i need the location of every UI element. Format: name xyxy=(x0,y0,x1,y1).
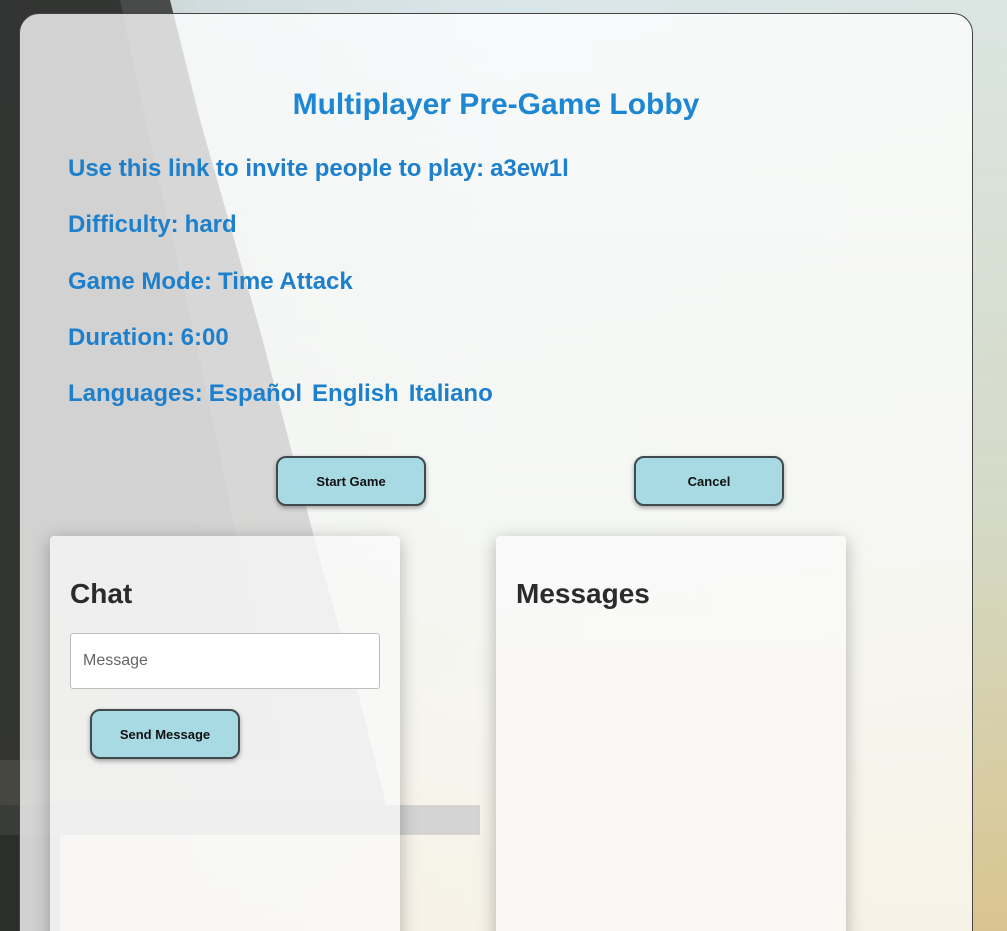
game-mode-label: Game Mode: xyxy=(68,268,213,295)
duration-label: Duration: xyxy=(68,324,175,351)
start-game-button[interactable]: Start Game xyxy=(276,456,426,506)
chat-title: Chat xyxy=(70,578,133,609)
duration-line: Duration: 6:00 xyxy=(68,324,229,352)
game-mode-line: Game Mode: Time Attack xyxy=(68,268,353,296)
chat-panel: Chat Send Message xyxy=(50,536,400,931)
difficulty-value: hard xyxy=(184,211,237,238)
invite-line: Use this link to invite people to play: a… xyxy=(68,155,569,183)
duration-value: 6:00 xyxy=(180,324,229,351)
languages-label: Languages: xyxy=(68,380,203,407)
cancel-button[interactable]: Cancel xyxy=(634,456,784,506)
difficulty-label: Difficulty: xyxy=(68,211,179,238)
languages-line: Languages: Español English Italiano xyxy=(68,380,497,408)
send-message-button[interactable]: Send Message xyxy=(90,709,240,759)
invite-code[interactable]: a3ew1l xyxy=(490,155,569,182)
message-input[interactable] xyxy=(70,633,380,689)
messages-title: Messages xyxy=(516,578,650,609)
lobby-card: Multiplayer Pre-Game Lobby Use this link… xyxy=(19,13,973,931)
messages-panel: Messages xyxy=(496,536,846,931)
language-item: Español xyxy=(208,380,303,407)
page-title: Multiplayer Pre-Game Lobby xyxy=(292,88,700,121)
difficulty-line: Difficulty: hard xyxy=(68,211,237,239)
invite-label: Use this link to invite people to play: xyxy=(68,155,485,182)
language-item: English xyxy=(312,380,399,407)
language-item: Italiano xyxy=(408,380,493,407)
game-mode-value: Time Attack xyxy=(218,268,353,295)
